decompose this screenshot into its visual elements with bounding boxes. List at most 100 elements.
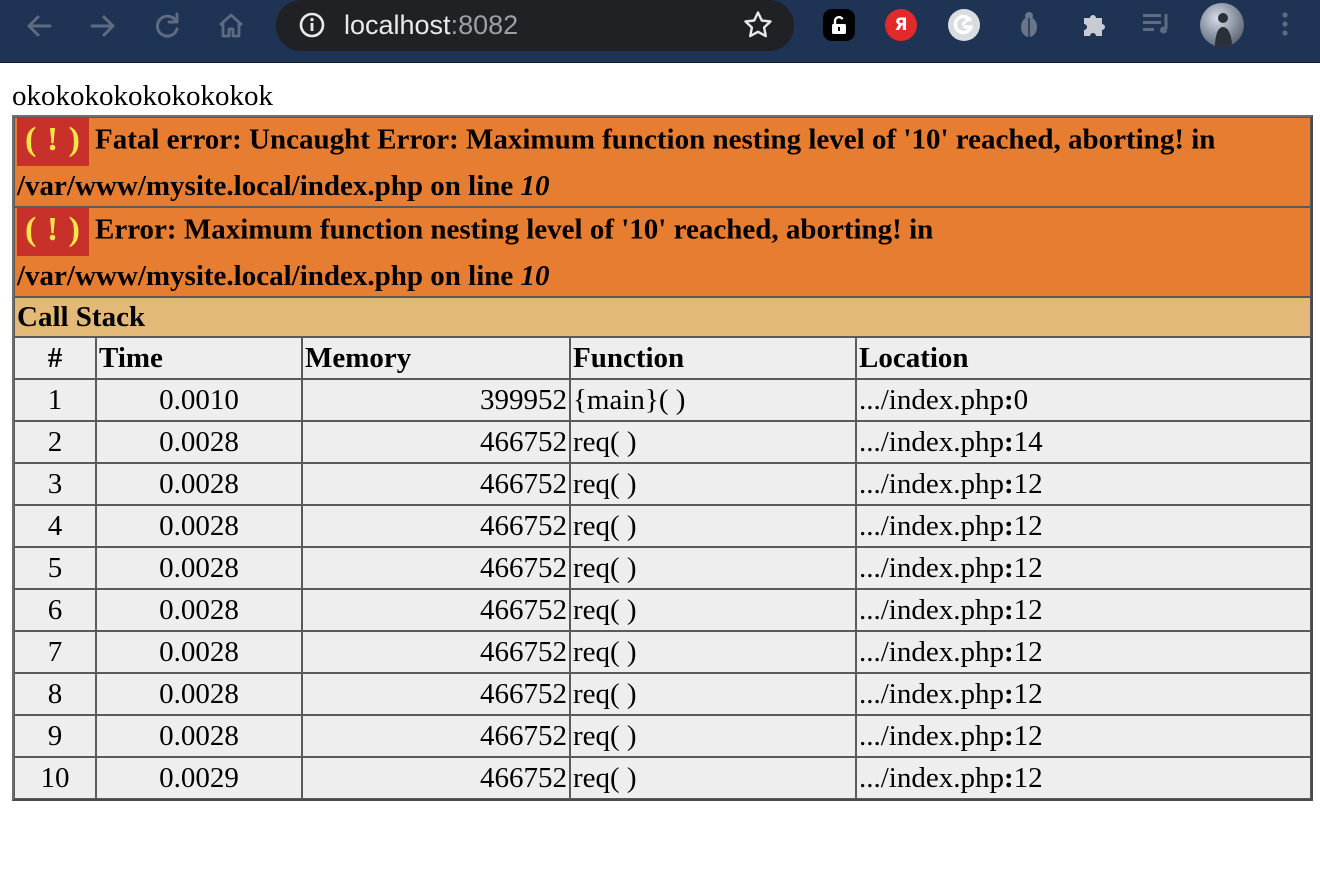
row-memory: 466752 [302, 589, 570, 631]
warning-icon: ( ! ) [17, 118, 89, 166]
header-memory: Memory [302, 337, 570, 379]
row-num: 8 [14, 673, 96, 715]
table-row: 4 0.0028 466752 req( ) .../index.php:12 [14, 505, 1311, 547]
reload-icon[interactable] [150, 10, 184, 42]
extensions-puzzle-icon[interactable] [1077, 7, 1111, 41]
row-function: req( ) [570, 631, 856, 673]
table-row: 1 0.0010 399952 {main}( ) .../index.php:0 [14, 379, 1311, 421]
row-num: 4 [14, 505, 96, 547]
browser-toolbar: localhost:8082 Я [0, 0, 1320, 63]
output-text: okokokokokokokokok [12, 80, 273, 112]
row-location-line: 12 [1013, 678, 1043, 710]
row-location-sep: : [1004, 720, 1014, 752]
error-line: 10 [520, 260, 550, 292]
table-header-row: # Time Memory Function Location [14, 337, 1311, 379]
row-function: req( ) [570, 547, 856, 589]
row-location-line: 12 [1013, 552, 1043, 584]
row-time: 0.0028 [96, 715, 302, 757]
row-location-file: .../index.php [859, 594, 1004, 626]
page-content: okokokokokokokokok ( ! ) Fatal error: Unc… [12, 78, 1313, 801]
table-row: 7 0.0028 466752 req( ) .../index.php:12 [14, 631, 1311, 673]
row-function: req( ) [570, 757, 856, 799]
bookmark-star-icon[interactable] [742, 9, 774, 41]
row-location-file: .../index.php [859, 468, 1004, 500]
row-location-sep: : [1004, 510, 1014, 542]
row-memory: 466752 [302, 547, 570, 589]
row-location-line: 12 [1013, 720, 1043, 752]
row-function: req( ) [570, 421, 856, 463]
row-memory: 466752 [302, 463, 570, 505]
debug-bug-icon[interactable] [1012, 7, 1046, 41]
row-time: 0.0028 [96, 673, 302, 715]
row-location: .../index.php:12 [856, 673, 1311, 715]
fatal-error-line: 10 [520, 170, 550, 202]
row-time: 0.0028 [96, 589, 302, 631]
call-stack-title: Call Stack [14, 297, 1311, 337]
row-location-file: .../index.php [859, 636, 1004, 668]
row-time: 0.0028 [96, 463, 302, 505]
row-location-line: 12 [1013, 510, 1043, 542]
row-location-sep: : [1004, 384, 1014, 416]
row-location: .../index.php:12 [856, 715, 1311, 757]
row-function: req( ) [570, 673, 856, 715]
profile-avatar[interactable] [1200, 3, 1244, 47]
row-location: .../index.php:12 [856, 505, 1311, 547]
site-info-icon[interactable] [298, 11, 326, 39]
row-memory: 466752 [302, 631, 570, 673]
row-location: .../index.php:12 [856, 463, 1311, 505]
url-text: localhost:8082 [344, 6, 518, 44]
row-time: 0.0029 [96, 757, 302, 799]
row-location-line: 14 [1013, 426, 1043, 458]
header-num: # [14, 337, 96, 379]
home-icon[interactable] [214, 10, 248, 42]
row-location-sep: : [1004, 678, 1014, 710]
grammar-extension-icon[interactable] [948, 9, 980, 41]
row-location-sep: : [1004, 426, 1014, 458]
row-location: .../index.php:0 [856, 379, 1311, 421]
media-controls-icon[interactable] [1140, 7, 1174, 41]
header-function: Function [570, 337, 856, 379]
row-location-sep: : [1004, 468, 1014, 500]
table-row: 10 0.0029 466752 req( ) .../index.php:12 [14, 757, 1311, 799]
url-host: localhost [344, 10, 451, 40]
fatal-error-text: Fatal error: Uncaught Error: Maximum fun… [17, 123, 1216, 202]
row-location-file: .../index.php [859, 384, 1004, 416]
row-location-line: 0 [1013, 384, 1029, 416]
row-num: 7 [14, 631, 96, 673]
table-row: 2 0.0028 466752 req( ) .../index.php:14 [14, 421, 1311, 463]
lock-extension-icon[interactable] [823, 9, 855, 41]
forward-arrow-icon[interactable] [86, 10, 120, 42]
kebab-menu-icon[interactable] [1268, 7, 1302, 41]
row-num: 5 [14, 547, 96, 589]
url-port: :8082 [450, 10, 519, 40]
row-location-line: 12 [1013, 762, 1043, 794]
back-arrow-icon[interactable] [22, 10, 56, 42]
header-time: Time [96, 337, 302, 379]
row-memory: 466752 [302, 421, 570, 463]
row-location-line: 12 [1013, 468, 1043, 500]
row-location-sep: : [1004, 762, 1014, 794]
yandex-extension-icon[interactable]: Я [885, 9, 917, 41]
row-num: 10 [14, 757, 96, 799]
row-location-file: .../index.php [859, 552, 1004, 584]
table-row: 8 0.0028 466752 req( ) .../index.php:12 [14, 673, 1311, 715]
row-num: 2 [14, 421, 96, 463]
row-location-file: .../index.php [859, 720, 1004, 752]
address-bar[interactable]: localhost:8082 [276, 0, 794, 51]
error-text: Error: Maximum function nesting level of… [17, 213, 934, 292]
row-time: 0.0028 [96, 505, 302, 547]
fatal-error-message: ( ! ) Fatal error: Uncaught Error: Maximu… [14, 117, 1311, 207]
row-location: .../index.php:12 [856, 589, 1311, 631]
row-location-sep: : [1004, 594, 1014, 626]
row-num: 3 [14, 463, 96, 505]
call-stack-rows: 1 0.0010 399952 {main}( ) .../index.php:0 2 0.… [14, 379, 1311, 799]
error-message: ( ! ) Error: Maximum function nesting lev… [14, 207, 1311, 297]
row-location-sep: : [1004, 636, 1014, 668]
row-function: req( ) [570, 505, 856, 547]
row-time: 0.0028 [96, 631, 302, 673]
xdebug-error-table: ( ! ) Fatal error: Uncaught Error: Maximu… [12, 115, 1313, 801]
row-location-file: .../index.php [859, 510, 1004, 542]
table-row: 3 0.0028 466752 req( ) .../index.php:12 [14, 463, 1311, 505]
row-num: 1 [14, 379, 96, 421]
row-location-file: .../index.php [859, 426, 1004, 458]
